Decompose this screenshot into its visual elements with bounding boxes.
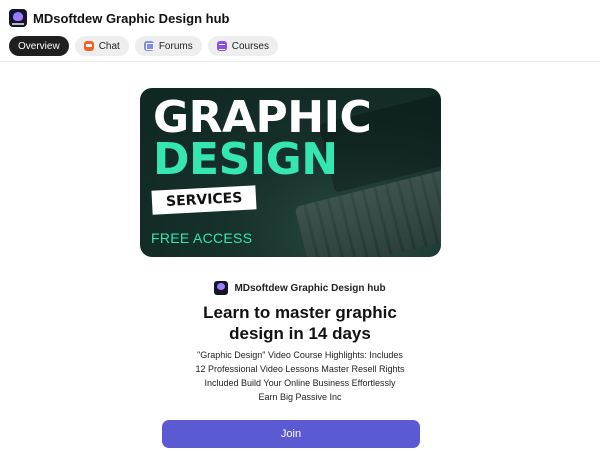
tab-chat-label: Chat (98, 40, 120, 52)
tab-chat[interactable]: Chat (74, 36, 129, 56)
brand[interactable]: MDsoftdew Graphic Design hub (9, 9, 229, 27)
description-line: "Graphic Design" Video Course Highlights… (197, 350, 403, 360)
app-title: MDsoftdew Graphic Design hub (33, 10, 230, 26)
top-bar: MDsoftdew Graphic Design hub Overview Ch… (0, 0, 600, 62)
chat-icon (83, 41, 94, 51)
tab-forums-label: Forums (158, 40, 193, 52)
tab-overview[interactable]: Overview (9, 36, 69, 56)
tab-courses-label: Courses (231, 40, 269, 52)
banner-title-line2: DESIGN (153, 134, 338, 185)
headline: Learn to master graphic design in 14 day… (0, 302, 600, 344)
headline-line2: design in 14 days (229, 324, 371, 343)
description-line: 12 Professional Video Lessons Master Res… (195, 364, 405, 374)
tab-bar: Overview Chat Forums Courses (9, 36, 278, 56)
cover-banner: GRAPHIC DESIGN SERVICES FREE ACCESS (140, 88, 441, 257)
hub-logo-icon (214, 281, 229, 295)
app-logo-icon (9, 9, 27, 27)
tab-forums[interactable]: Forums (134, 36, 202, 56)
headline-line1: Learn to master graphic (203, 303, 397, 322)
courses-icon (216, 41, 227, 51)
description-line: Earn Big Passive Inc (258, 392, 342, 402)
banner-services-tag: SERVICES (151, 185, 257, 215)
hub-identity: MDsoftdew Graphic Design hub (0, 281, 600, 295)
tab-overview-label: Overview (18, 40, 60, 52)
forums-icon (143, 41, 154, 51)
description-line: Included Build Your Online Business Effo… (204, 378, 396, 388)
banner-free-access: FREE ACCESS (151, 230, 253, 246)
join-button[interactable]: Join (162, 420, 420, 448)
hub-name: MDsoftdew Graphic Design hub (234, 282, 386, 294)
description: "Graphic Design" Video Course Highlights… (0, 348, 600, 404)
tab-courses[interactable]: Courses (207, 36, 278, 56)
